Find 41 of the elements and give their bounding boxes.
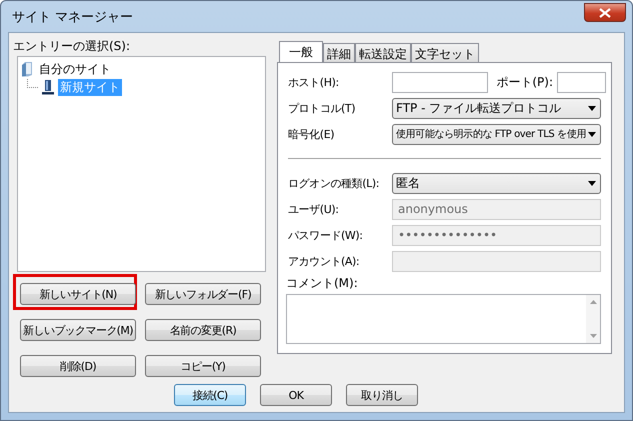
entry-label: エントリーの選択(S): [13,39,132,53]
dialog-button[interactable]: 接続(C) [174,384,246,406]
close-icon [599,8,611,18]
port-field[interactable] [557,72,606,92]
dropdown[interactable]: 匿名 [392,172,601,194]
tab[interactable]: 一般 [279,41,323,62]
folder-icon [20,61,34,77]
dropdown[interactable]: FTP - ファイル転送プロトコル [392,98,601,118]
server-icon [41,79,55,95]
site-button[interactable]: 名前の変更(R) [145,319,261,341]
comment-field[interactable] [286,294,601,344]
field-label: パスワード(W): [288,228,364,242]
scrollbar[interactable] [586,295,600,343]
site-button[interactable]: コピー(Y) [145,355,261,377]
close-button[interactable] [584,3,626,22]
host-label: ホスト(H): [288,74,340,90]
dropdown-arrow-icon [588,132,596,136]
comment-label: コメント(M): [286,276,359,290]
host-field[interactable] [392,72,488,92]
field-label: プロトコル(T) [288,100,356,116]
scroll-down-icon[interactable] [590,334,596,338]
dropdown-arrow-icon [588,180,596,186]
field-label: アカウント(A): [288,254,360,268]
port-label: ポート(P): [495,74,554,90]
dialog-button[interactable]: OK [260,384,332,406]
site-button[interactable]: 削除(D) [20,355,136,377]
field-label: 暗号化(E) [288,126,336,142]
scroll-up-icon[interactable] [590,300,596,304]
dialog-button[interactable]: 取り消し [346,384,418,406]
tree-item[interactable]: 自分のサイト [37,60,113,78]
tab[interactable]: 転送設定 [355,43,411,62]
tab[interactable]: 詳細 [323,43,355,62]
site-button[interactable]: 新しいサイト(N) [20,283,136,305]
dropdown[interactable]: 使用可能なら明示的な FTP over TLS を使用 [392,124,601,144]
field-label: ユーザ(U): [288,202,340,216]
dropdown-arrow-icon [588,106,596,110]
window-title: サイト マネージャー [12,8,134,26]
site-button[interactable]: 新しいフォルダー(F) [145,283,261,305]
site-button[interactable]: 新しいブックマーク(M) [20,319,136,341]
tab[interactable]: 文字セット [411,43,479,62]
field-label: ログオンの種類(L): [288,176,380,190]
